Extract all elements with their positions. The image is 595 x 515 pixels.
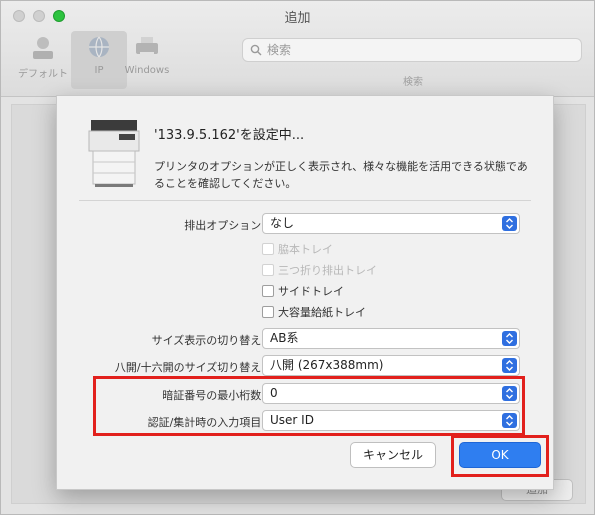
search-field[interactable]: 検索 — [242, 38, 582, 62]
windows-printer-icon — [136, 37, 158, 58]
cancel-button[interactable]: キャンセル — [350, 442, 436, 468]
checkbox-large-capacity-tray[interactable]: 大容量給紙トレイ — [262, 304, 366, 320]
toolbar-default-label: デフォルト — [18, 69, 68, 80]
ip-globe-icon — [89, 36, 109, 58]
size-display-value: AB系 — [270, 331, 299, 345]
output-option-label: 排出オプション: — [184, 219, 265, 232]
checkbox-trifold-tray[interactable]: 三つ折り排出トレイ — [262, 262, 377, 278]
checkbox-label: サイドトレイ — [278, 285, 344, 298]
ok-button[interactable]: OK — [459, 442, 541, 468]
hachi-size-label: 八開/十六開のサイズ切り替え: — [114, 361, 265, 374]
toolbar-default-button[interactable]: デフォルト — [15, 31, 71, 89]
search-icon — [250, 44, 262, 56]
checkbox-extra-tray[interactable]: 脇本トレイ — [262, 241, 333, 257]
window-title: 追加 — [284, 11, 311, 26]
default-printer-icon — [33, 37, 53, 59]
output-option-value: なし — [270, 216, 295, 230]
hachi-size-value: 八開 (267x388mm) — [270, 358, 384, 372]
checkbox-label: 脇本トレイ — [278, 243, 333, 256]
popup-arrows-icon — [502, 216, 517, 231]
search-placeholder: 検索 — [267, 43, 292, 57]
checkbox-label: 大容量給紙トレイ — [278, 306, 366, 319]
sheet-title: '133.9.5.162'を設定中... — [154, 128, 305, 143]
toolbar-windows-button[interactable]: Windows — [119, 31, 175, 89]
popup-arrows-icon — [502, 331, 517, 346]
hachi-size-select[interactable]: 八開 (267x388mm) — [262, 355, 520, 376]
toolbar-windows-label: Windows — [124, 65, 170, 76]
sheet-description: プリンタのオプションが正しく表示され、様々な機能を活用できる状態であることを確認… — [154, 160, 528, 190]
output-option-select[interactable]: なし — [262, 213, 520, 234]
checkbox-box — [262, 285, 274, 297]
checkbox-box — [262, 306, 274, 318]
divider — [79, 200, 531, 201]
checkbox-box — [262, 243, 274, 255]
size-display-select[interactable]: AB系 — [262, 328, 520, 349]
checkbox-side-tray[interactable]: サイドトレイ — [262, 283, 344, 299]
checkbox-label: 三つ折り排出トレイ — [278, 264, 377, 277]
window-toolbar: 追加 デフォルト IP Windows 検索 検索 — [1, 1, 594, 97]
checkbox-box — [262, 264, 274, 276]
highlight-box-settings — [93, 376, 525, 436]
size-display-label: サイズ表示の切り替え: — [151, 334, 265, 347]
popup-arrows-icon — [502, 358, 517, 373]
search-caption: 検索 — [403, 77, 423, 88]
printer-image-icon — [88, 120, 140, 187]
